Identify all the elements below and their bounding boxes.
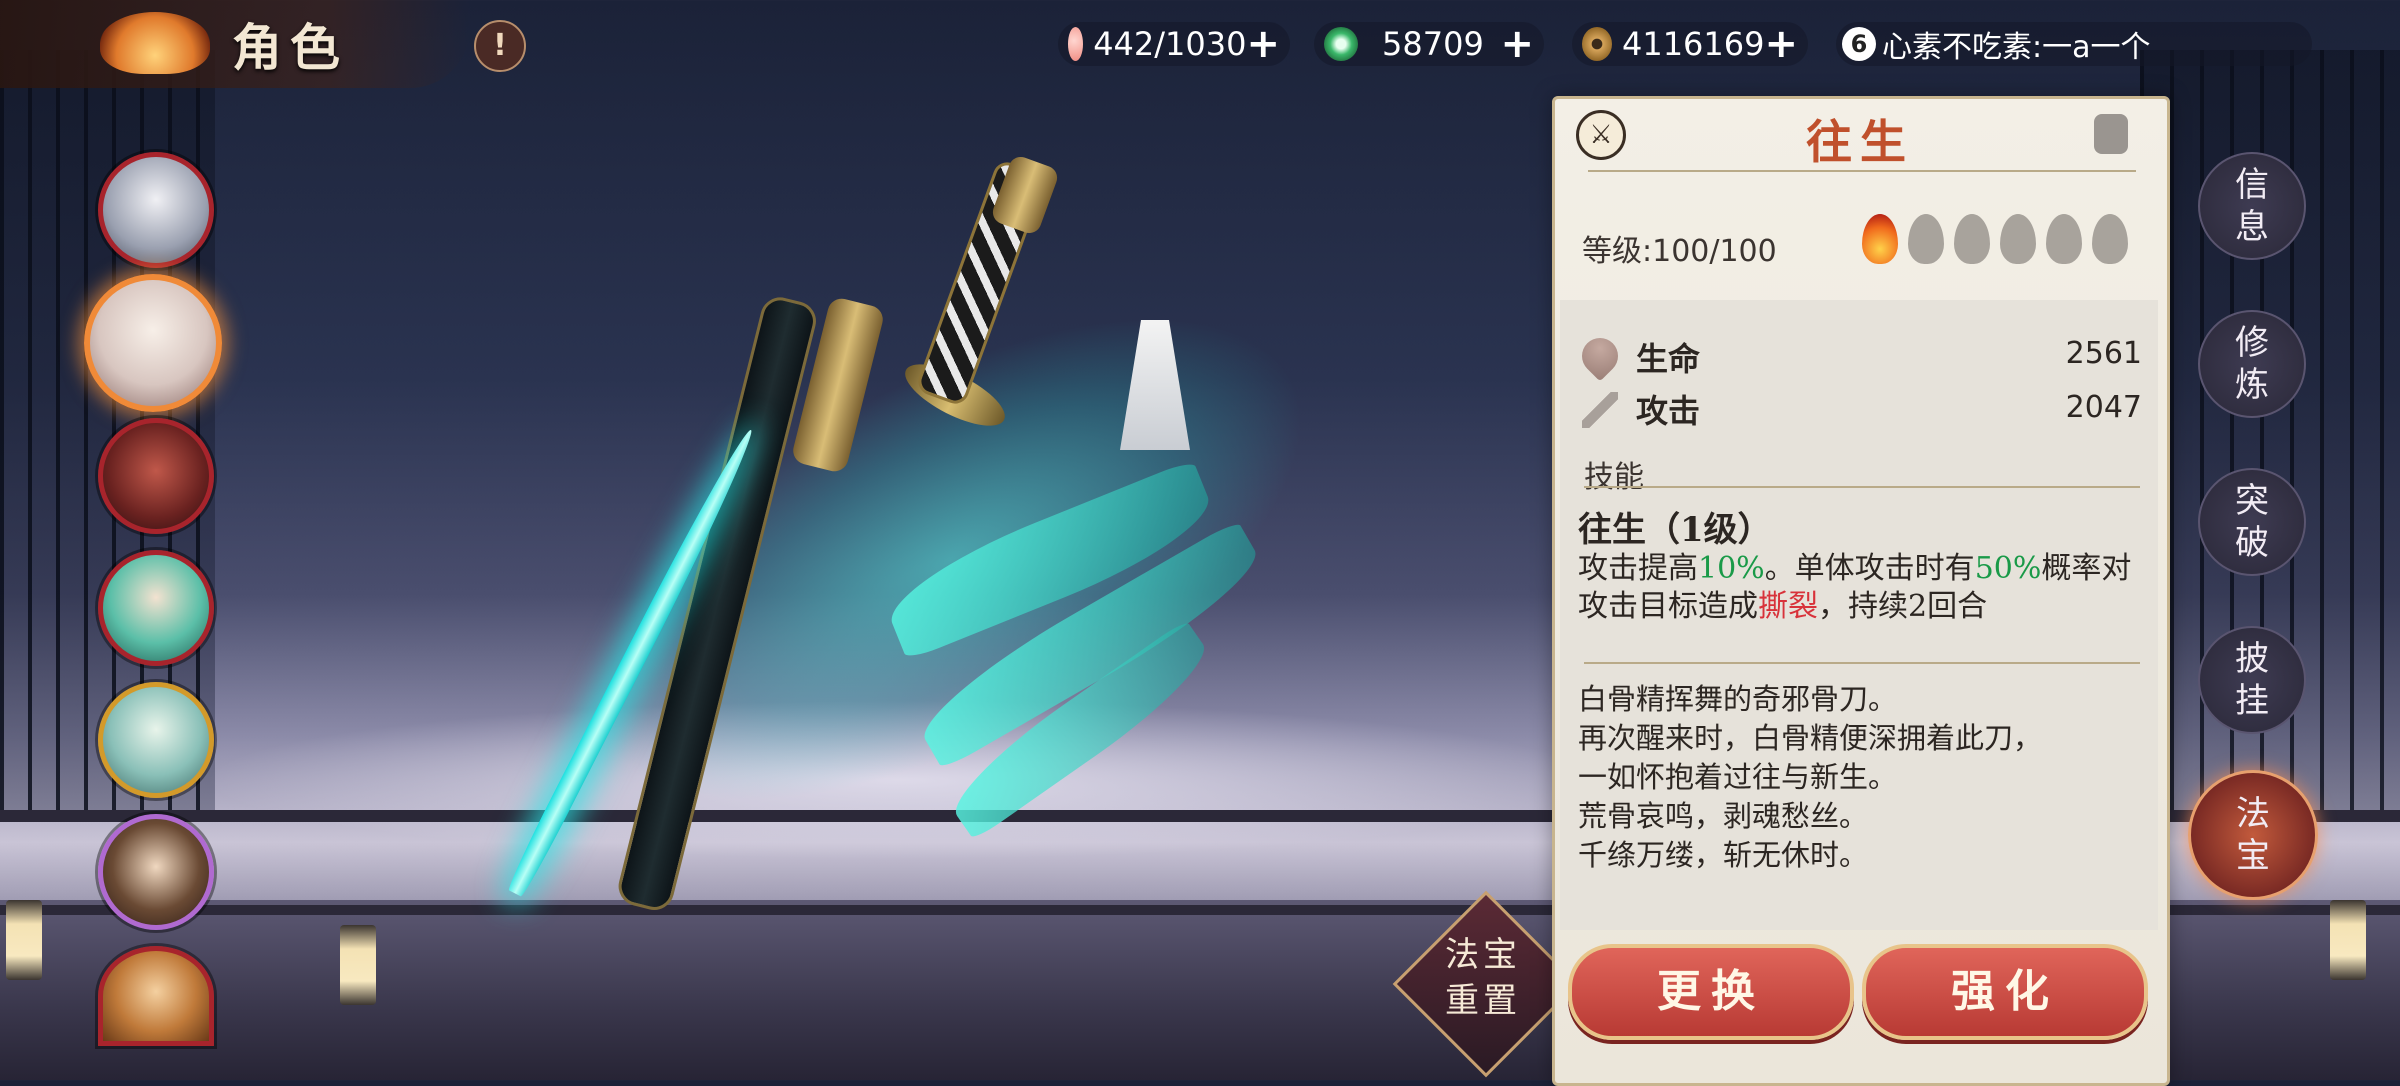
stat-hp-value: 2561 [2065,336,2142,371]
resource-jade-value: 58709 [1382,25,1484,63]
page-title: 角色 [232,18,348,77]
lore-line: 白骨精挥舞的奇邪骨刀。 [1578,682,1898,716]
reset-label-line2: 重置 [1445,981,1521,1021]
add-stamina-button[interactable]: + [1246,21,1280,67]
lantern-left [6,900,42,980]
skill-desc-value: 50% [1974,551,2042,586]
lore-line: 一如怀抱着过往与新生。 [1578,760,1898,794]
skill-desc-value: 10% [1698,551,1765,586]
lock-icon[interactable] [2094,114,2128,154]
character-avatar-3[interactable] [98,418,214,534]
weapon-type-icon: ⚔ [1576,110,1626,160]
character-avatar-2-selected[interactable] [84,274,222,412]
header-divider [1588,170,2136,172]
reset-label-line1: 法宝 [1445,935,1521,975]
skill-desc-text: 攻击提高 [1578,551,1698,586]
lantern-left-2 [340,925,376,1005]
lore-line: 荒骨哀鸣，剥魂愁丝。 [1578,799,1869,833]
coin-icon [1582,27,1612,61]
skill-name: 往生（1级） [1578,510,1772,550]
lore-line: 千绦万缕，斩无休时。 [1578,838,1869,872]
weapon-name: 往生 [1806,115,1914,169]
lantern-right [2330,900,2366,980]
skill-desc-text: 。单体攻击时有 [1764,551,1975,586]
lore-line: 再次醒来时，白骨精便深拥着此刀， [1578,721,2043,755]
tab-breakthrough[interactable]: 突破 [2198,468,2306,576]
peach-icon [1068,27,1084,61]
lore-text: 白骨精挥舞的奇邪骨刀。 再次醒来时，白骨精便深拥着此刀， 一如怀抱着过往与新生。… [1578,680,2138,875]
tab-artifact-label: 法宝 [2236,794,2270,876]
back-flame-icon[interactable] [100,12,210,74]
stat-atk-label: 攻击 [1636,392,1701,430]
tab-equip[interactable]: 披挂 [2198,626,2306,734]
tab-breakthrough-label: 突破 [2235,481,2269,563]
exclamation-icon[interactable]: ! [474,20,526,72]
resource-coins: 4116169 + [1572,21,1808,67]
chat-message: 心素不吃素:一a一个 [1882,30,2151,65]
artifact-reset-label[interactable]: 法宝 重置 [1430,932,1536,1024]
chat-badge: 6 [1842,27,1876,61]
tab-info-label: 信息 [2235,165,2269,247]
character-avatar-5[interactable] [98,682,214,798]
resource-coins-value: 4116169 [1621,25,1765,63]
tab-cultivate[interactable]: 修炼 [2198,310,2306,418]
jade-swirl-icon [1324,27,1358,61]
tab-equip-label: 披挂 [2235,639,2269,721]
tab-artifact[interactable]: 法宝 [2188,770,2318,900]
resource-jade: 58709 + [1314,21,1544,67]
character-avatar-6[interactable] [98,814,214,930]
skill-desc-text: ，持续2回合 [1818,589,1988,624]
chat-bar[interactable]: 6 心素不吃素:一a一个 [1836,22,2312,66]
stat-hp-label: 生命 [1636,340,1701,378]
tab-info[interactable]: 信息 [2198,152,2306,260]
strengthen-button[interactable]: 强化 [1862,944,2148,1040]
skill-header: 技能 [1584,460,1644,495]
character-avatar-4[interactable] [98,550,214,666]
skill-divider [1584,486,2140,488]
stat-atk-value: 2047 [2065,390,2142,425]
character-avatar-7[interactable] [98,946,214,1046]
tab-cultivate-label: 修炼 [2235,323,2269,405]
sword-icon [1582,392,1618,428]
level-label: 等级:100/100 [1582,234,1777,269]
resource-stamina: 442/1030 + [1058,21,1290,67]
skill-desc-keyword[interactable]: 撕裂 [1758,589,1818,624]
lore-divider [1584,662,2140,664]
add-coins-button[interactable]: + [1764,21,1798,67]
add-jade-button[interactable]: + [1500,21,1534,67]
skill-description: 攻击提高10%。单体攻击时有50%概率对攻击目标造成撕裂，持续2回合 [1578,550,2138,626]
character-avatar-1[interactable] [98,152,214,268]
resource-stamina-value: 442/1030 [1093,25,1247,63]
replace-button[interactable]: 更换 [1568,944,1854,1040]
